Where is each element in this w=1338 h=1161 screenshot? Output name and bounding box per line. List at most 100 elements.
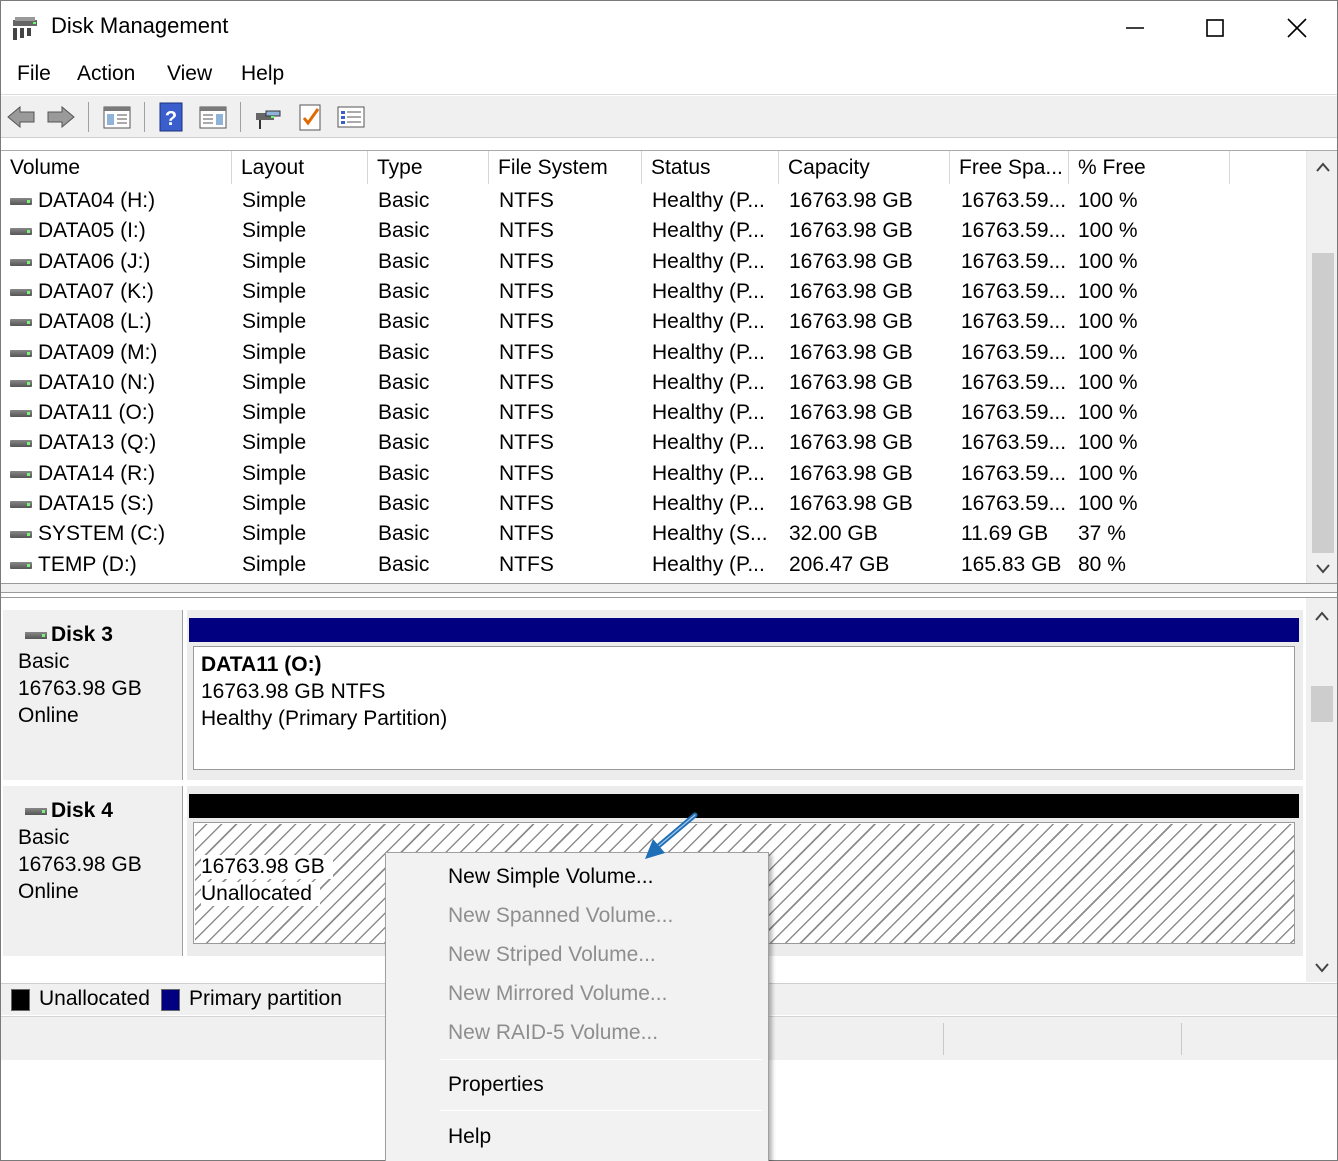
disk-size: 16763.98 GB bbox=[18, 853, 142, 876]
volume-drive-icon bbox=[10, 440, 32, 448]
title-bar: Disk Management bbox=[1, 1, 1337, 55]
close-button[interactable] bbox=[1257, 1, 1337, 55]
table-row[interactable]: DATA07 (K:) Simple Basic NTFS Healthy (P... 1… bbox=[1, 277, 1305, 307]
scroll-down-icon[interactable] bbox=[1306, 954, 1337, 982]
scroll-down-icon[interactable] bbox=[1307, 555, 1338, 583]
volume-drive-icon bbox=[10, 349, 32, 357]
scroll-up-icon[interactable] bbox=[1307, 153, 1338, 181]
annotation-arrow-icon bbox=[645, 812, 698, 859]
maximize-button[interactable] bbox=[1175, 1, 1255, 55]
cell-volume-name: DATA14 (R:) bbox=[38, 461, 156, 485]
scroll-thumb[interactable] bbox=[1312, 253, 1334, 553]
volume-drive-icon bbox=[10, 379, 32, 387]
cell-free-space: 16763.59... bbox=[961, 310, 1067, 334]
cell-file-system: NTFS bbox=[499, 401, 554, 425]
table-row[interactable]: SYSTEM (C:) Simple Basic NTFS Healthy (S... 3… bbox=[1, 519, 1305, 549]
disk-state: Online bbox=[18, 880, 79, 903]
table-row[interactable]: DATA13 (Q:) Simple Basic NTFS Healthy (P... 1… bbox=[1, 428, 1305, 458]
disk-name: Disk 4 bbox=[51, 799, 113, 822]
cell-free-space: 16763.59... bbox=[961, 431, 1067, 455]
menu-action[interactable]: Action bbox=[75, 62, 137, 86]
menu-new-striped-volume[interactable]: New Striped Volume... bbox=[448, 943, 656, 967]
cell-type: Basic bbox=[378, 249, 430, 273]
menu-help[interactable]: Help bbox=[239, 62, 286, 86]
disk-map-scrollbar[interactable] bbox=[1306, 598, 1337, 982]
show-hide-action-pane-icon[interactable] bbox=[197, 101, 229, 133]
partition-title: DATA11 (O:) bbox=[201, 653, 322, 676]
menu-properties[interactable]: Properties bbox=[448, 1073, 544, 1097]
table-row[interactable]: DATA05 (I:) Simple Basic NTFS Healthy (P... 1… bbox=[1, 216, 1305, 246]
table-row[interactable]: DATA10 (N:) Simple Basic NTFS Healthy (P... 1… bbox=[1, 368, 1305, 398]
cell-capacity: 16763.98 GB bbox=[789, 340, 913, 364]
cell-layout: Simple bbox=[242, 461, 307, 485]
cell-free-space: 16763.59... bbox=[961, 461, 1067, 485]
cell-capacity: 16763.98 GB bbox=[789, 279, 913, 303]
column-header-percent-free[interactable]: % Free bbox=[1069, 151, 1230, 184]
cell-layout: Simple bbox=[242, 189, 307, 212]
checklist-icon[interactable] bbox=[294, 101, 326, 133]
cell-volume-name: DATA07 (K:) bbox=[38, 279, 154, 303]
partition-status: Unallocated bbox=[201, 882, 320, 906]
cell-layout: Simple bbox=[242, 522, 307, 546]
menu-help-item[interactable]: Help bbox=[448, 1125, 491, 1149]
menu-new-mirrored-volume[interactable]: New Mirrored Volume... bbox=[448, 982, 667, 1006]
volume-drive-icon bbox=[10, 470, 32, 478]
table-row[interactable]: DATA09 (M:) Simple Basic NTFS Healthy (P... 1… bbox=[1, 338, 1305, 368]
table-row[interactable]: DATA08 (L:) Simple Basic NTFS Healthy (P... 1… bbox=[1, 307, 1305, 337]
cell-percent-free: 100 % bbox=[1078, 431, 1138, 455]
cell-volume-name: DATA11 (O:) bbox=[38, 401, 155, 425]
svg-text:?: ? bbox=[165, 108, 177, 130]
forward-icon[interactable] bbox=[45, 101, 77, 133]
column-header-status[interactable]: Status bbox=[642, 151, 779, 184]
help-icon[interactable]: ? bbox=[156, 101, 188, 133]
menu-view[interactable]: View bbox=[165, 62, 214, 86]
menu-file[interactable]: File bbox=[15, 62, 53, 86]
toolbar-separator bbox=[240, 102, 241, 132]
show-hide-console-tree-icon[interactable] bbox=[101, 101, 133, 133]
connect-icon[interactable] bbox=[252, 101, 284, 133]
column-header-file-system[interactable]: File System bbox=[489, 151, 642, 184]
cell-free-space: 16763.59... bbox=[961, 189, 1067, 212]
cell-percent-free: 100 % bbox=[1078, 279, 1138, 303]
table-row[interactable]: DATA14 (R:) Simple Basic NTFS Healthy (P... 1… bbox=[1, 459, 1305, 489]
table-row[interactable]: TEMP (D:) Simple Basic NTFS Healthy (P... 206… bbox=[1, 550, 1305, 580]
table-row[interactable]: DATA11 (O:) Simple Basic NTFS Healthy (P... 1… bbox=[1, 398, 1305, 428]
cell-capacity: 16763.98 GB bbox=[789, 461, 913, 485]
column-header-free-space[interactable]: Free Spa... bbox=[950, 151, 1069, 184]
properties-icon[interactable] bbox=[335, 101, 367, 133]
back-icon[interactable] bbox=[5, 101, 37, 133]
partition-color-bar bbox=[189, 794, 1299, 818]
partition-size-fs: 16763.98 GB NTFS bbox=[201, 680, 386, 703]
volume-drive-icon bbox=[10, 228, 32, 236]
menu-new-simple-volume[interactable]: New Simple Volume... bbox=[448, 865, 653, 889]
window-title: Disk Management bbox=[51, 13, 229, 38]
column-header-type[interactable]: Type bbox=[368, 151, 489, 184]
volume-list-scrollbar[interactable] bbox=[1306, 151, 1337, 583]
disk-4-label[interactable]: Disk 4 Basic 16763.98 GB Online bbox=[3, 786, 185, 956]
table-row[interactable]: DATA06 (J:) Simple Basic NTFS Healthy (P... 1… bbox=[1, 247, 1305, 277]
minimize-button[interactable] bbox=[1095, 1, 1175, 55]
status-separator bbox=[943, 1023, 944, 1055]
disk-3-label[interactable]: Disk 3 Basic 16763.98 GB Online bbox=[3, 610, 185, 780]
cell-percent-free: 100 % bbox=[1078, 219, 1138, 243]
table-row[interactable]: DATA04 (H:) Simple Basic NTFS Healthy (P... 1… bbox=[1, 186, 1305, 216]
column-header-layout[interactable]: Layout bbox=[232, 151, 368, 184]
scroll-thumb[interactable] bbox=[1311, 686, 1333, 722]
column-header-volume[interactable]: Volume bbox=[1, 151, 232, 184]
cell-free-space: 16763.59... bbox=[961, 249, 1067, 273]
pane-splitter[interactable] bbox=[1, 583, 1337, 593]
volume-drive-icon bbox=[10, 258, 32, 266]
cell-type: Basic bbox=[378, 370, 430, 394]
disk-management-window: Disk Management File Action View Help ? … bbox=[0, 0, 1338, 1161]
menu-new-spanned-volume[interactable]: New Spanned Volume... bbox=[448, 904, 673, 928]
scroll-up-icon[interactable] bbox=[1306, 602, 1337, 630]
volume-drive-icon bbox=[10, 501, 32, 508]
menu-new-raid5-volume[interactable]: New RAID-5 Volume... bbox=[448, 1021, 658, 1045]
disk-size: 16763.98 GB bbox=[18, 677, 142, 700]
column-header-capacity[interactable]: Capacity bbox=[779, 151, 950, 184]
table-row[interactable]: DATA15 (S:) Simple Basic NTFS Healthy (P... 1… bbox=[1, 489, 1305, 519]
partition-data11[interactable]: DATA11 (O:) 16763.98 GB NTFS Healthy (Pr… bbox=[193, 646, 1295, 770]
cell-status: Healthy (P... bbox=[652, 189, 765, 212]
cell-type: Basic bbox=[378, 522, 430, 546]
maximize-icon bbox=[1206, 19, 1224, 37]
